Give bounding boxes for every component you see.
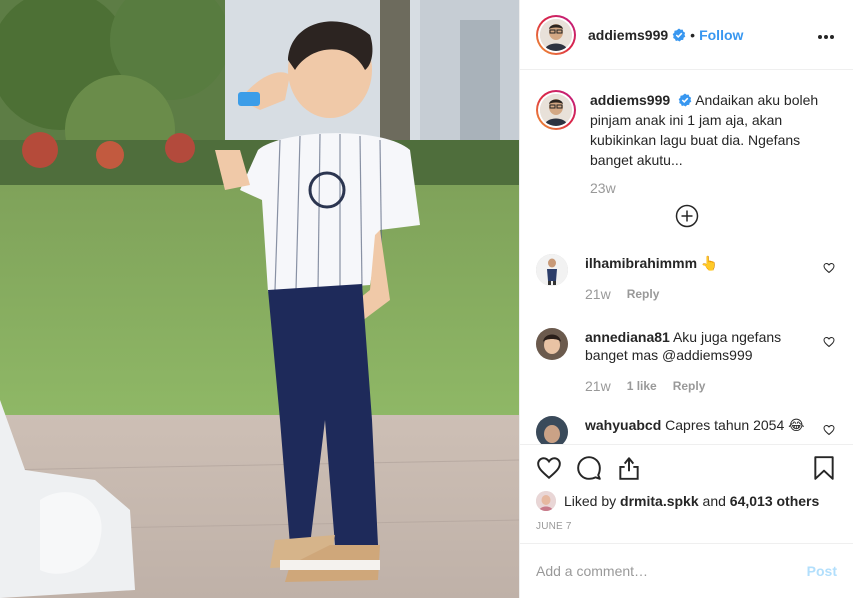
commenter-avatar[interactable] [536, 328, 568, 360]
post-header: addiems999 • Follow [520, 0, 853, 70]
author-avatar[interactable] [536, 14, 576, 55]
liker-avatar[interactable] [536, 491, 556, 511]
likes-count[interactable]: 64,013 others [730, 493, 820, 509]
heart-icon[interactable] [823, 262, 835, 274]
instagram-post-modal: addiems999 • Follow addiems999 Andaikan … [0, 0, 853, 598]
bookmark-icon[interactable] [811, 455, 837, 481]
more-options-icon[interactable] [817, 26, 837, 46]
comment-username[interactable]: annediana81 [585, 329, 670, 345]
comment-item: annediana81 Aku juga ngefans banget mas … [536, 328, 837, 394]
header-separator: • [690, 26, 696, 43]
commenter-avatar[interactable] [536, 416, 568, 444]
comment-item: ilhamibrahimmm 👆 21w Reply [536, 254, 837, 302]
caption: addiems999 Andaikan aku boleh pinjam ana… [536, 71, 837, 170]
liked-by-prefix: Liked by [564, 493, 617, 509]
add-comment-bar: Post [520, 543, 853, 598]
follow-button[interactable]: Follow [699, 27, 743, 43]
commenter-avatar-image [536, 328, 568, 360]
post-photo[interactable] [0, 0, 519, 598]
liked-by: Liked by drmita.spkk and 64,013 others [536, 491, 837, 511]
verified-badge-icon [672, 28, 686, 41]
author-avatar-image [540, 18, 572, 51]
heart-icon[interactable] [823, 424, 835, 436]
heart-icon[interactable] [823, 336, 835, 348]
comment-body: 👆 [700, 255, 719, 271]
comments-list[interactable]: addiems999 Andaikan aku boleh pinjam ana… [520, 71, 853, 444]
comment-text: annediana81 Aku juga ngefans banget mas … [585, 328, 805, 364]
share-icon[interactable] [616, 455, 642, 481]
comment-input[interactable] [536, 563, 807, 579]
liked-by-and: and [702, 493, 726, 509]
comment-meta: 21w Reply [585, 286, 805, 302]
caption-avatar-image [540, 94, 572, 126]
comment-text: ilhamibrahimmm 👆 [585, 254, 805, 272]
comment-item: wahyuabcd Capres tahun 2054 😂 [536, 416, 837, 444]
post-details-panel: addiems999 • Follow addiems999 Andaikan … [519, 0, 853, 598]
caption-username[interactable]: addiems999 [590, 92, 670, 108]
comment-likes-count[interactable]: 1 like [627, 379, 657, 393]
comment-timestamp[interactable]: 21w [585, 286, 611, 302]
liker-avatar-image [536, 491, 556, 511]
verified-badge-icon [678, 93, 692, 107]
caption-text: addiems999 Andaikan aku boleh pinjam ana… [590, 90, 820, 170]
caption-timestamp[interactable]: 23w [590, 180, 837, 196]
photo-illustration [0, 0, 519, 598]
action-icons [536, 445, 837, 491]
comment-username[interactable]: wahyuabcd [585, 417, 661, 433]
post-comment-button[interactable]: Post [807, 563, 837, 579]
load-more-comments[interactable] [536, 204, 837, 228]
commenter-avatar[interactable] [536, 254, 568, 286]
post-actions: Liked by drmita.spkk and 64,013 others J… [520, 444, 853, 532]
caption-author-avatar[interactable] [536, 90, 576, 130]
post-date[interactable]: JUNE 7 [536, 521, 837, 532]
commenter-avatar-image [536, 416, 568, 444]
reply-button[interactable]: Reply [627, 287, 660, 301]
load-more-plus-icon[interactable] [675, 204, 699, 228]
comment-body: Capres tahun 2054 😂 [665, 417, 805, 433]
heart-icon[interactable] [536, 455, 562, 481]
reply-button[interactable]: Reply [673, 379, 706, 393]
comment-timestamp[interactable]: 21w [585, 378, 611, 394]
comment-meta: 21w 1 like Reply [585, 378, 805, 394]
comment-username[interactable]: ilhamibrahimmm [585, 255, 697, 271]
comment-icon[interactable] [576, 455, 602, 481]
commenter-avatar-image [536, 254, 568, 286]
author-username[interactable]: addiems999 [588, 27, 668, 43]
comment-text: wahyuabcd Capres tahun 2054 😂 [585, 416, 805, 434]
liked-by-user[interactable]: drmita.spkk [620, 493, 699, 509]
